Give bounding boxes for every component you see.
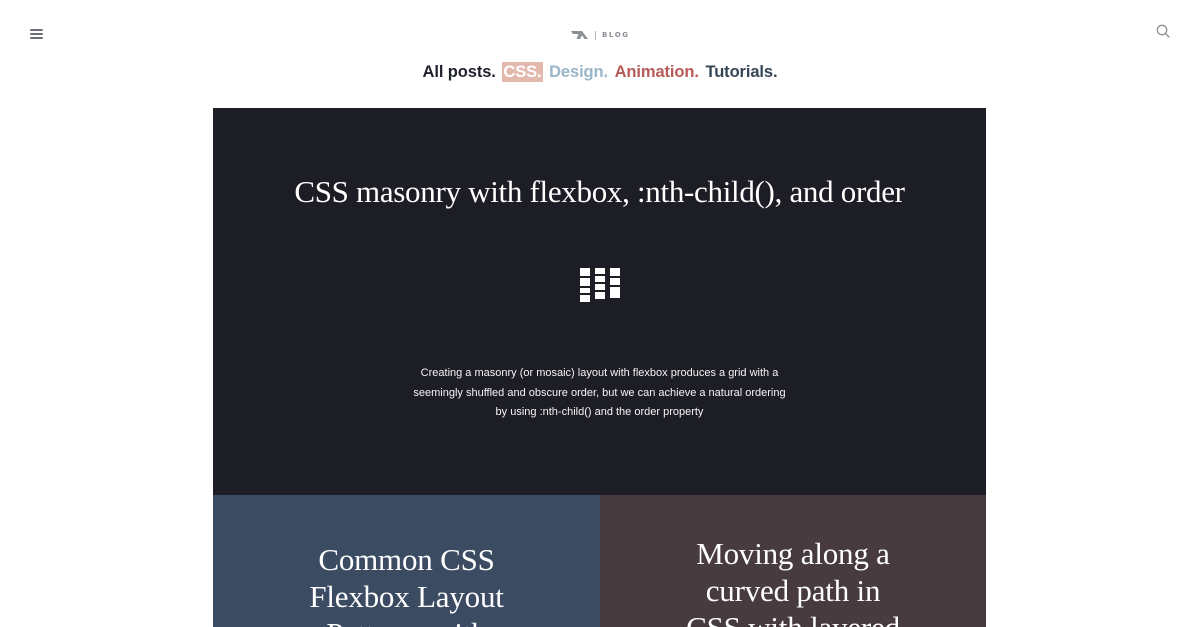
post-card-curved-path[interactable]: Moving along a curved path in CSS with l… [600,495,986,627]
search-icon[interactable] [1155,23,1171,39]
category-animation[interactable]: Animation. [615,62,699,82]
featured-post-excerpt: Creating a masonry (or mosaic) layout wi… [413,367,786,418]
category-design[interactable]: Design. [549,62,608,82]
blog-home-link[interactable]: BLOG [571,29,630,41]
blog-page: BLOG All posts. CSS. Design. Animation. … [0,0,1200,627]
category-nav: All posts. CSS. Design. Animation. Tutor… [0,62,1200,82]
featured-post-title[interactable]: CSS masonry with flexbox, :nth-child(), … [213,174,986,210]
category-css[interactable]: CSS. [502,62,543,82]
post-card-flexbox-patterns[interactable]: Common CSS Flexbox Layout Patterns with [213,495,600,627]
category-all-posts[interactable]: All posts. [423,62,496,82]
ta-logo-icon [571,31,588,39]
post-card-title[interactable]: Moving along a curved path in CSS with l… [600,535,986,627]
hamburger-menu-icon[interactable] [29,27,47,41]
brand-divider [595,30,596,40]
featured-post-card[interactable]: CSS masonry with flexbox, :nth-child(), … [213,108,986,495]
post-card-title[interactable]: Common CSS Flexbox Layout Patterns with [213,541,600,627]
brand-label: BLOG [602,31,630,39]
masonry-grid-icon [580,268,620,302]
category-tutorials[interactable]: Tutorials. [705,62,777,82]
